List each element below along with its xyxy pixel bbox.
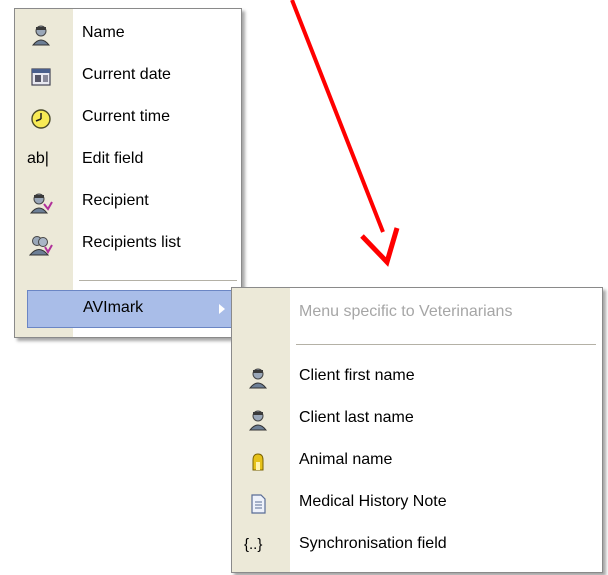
menu-item-label: Synchronisation field — [299, 535, 447, 552]
submenu-item-client-first-name[interactable]: Client first name — [232, 358, 602, 396]
menu-item-label: Current time — [82, 108, 171, 125]
edit-field-icon: ab| — [27, 150, 49, 167]
menu-item-label: Recipients list — [82, 234, 181, 251]
menu-item-label: Current date — [82, 66, 171, 83]
recipient-icon — [29, 192, 53, 214]
clock-icon — [29, 108, 53, 130]
menu-item-name[interactable]: Name — [15, 15, 241, 53]
submenu-header-label: Menu specific to Veterinarians — [299, 303, 513, 320]
submenu-item-avimark[interactable]: AVImark — [27, 290, 239, 328]
person-icon — [246, 367, 270, 389]
submenu-item-label: AVImark — [83, 299, 144, 316]
avimark-submenu: Menu specific to Veterinarians Client fi… — [231, 287, 603, 573]
recipients-list-icon — [29, 234, 53, 256]
person-icon — [29, 24, 53, 46]
submenu-item-animal-name[interactable]: Animal name — [232, 442, 602, 480]
submenu-item-medical-history-note[interactable]: Medical History Note — [232, 484, 602, 522]
calendar-icon — [29, 66, 53, 88]
menu-item-edit-field[interactable]: ab| Edit field — [15, 141, 241, 179]
animal-icon — [246, 451, 270, 473]
sync-field-icon: {..} — [244, 536, 263, 553]
person-icon — [246, 409, 270, 431]
context-menu: Name Current date Current time ab| Edit … — [14, 8, 242, 338]
submenu-item-client-last-name[interactable]: Client last name — [232, 400, 602, 438]
menu-item-label: Client first name — [299, 367, 415, 384]
menu-item-label: Client last name — [299, 409, 414, 426]
menu-item-recipient[interactable]: Recipient — [15, 183, 241, 221]
menu-item-recipients-list[interactable]: Recipients list — [15, 225, 241, 263]
menu-item-current-time[interactable]: Current time — [15, 99, 241, 137]
menu-item-label: Animal name — [299, 451, 393, 468]
submenu-item-synchronisation-field[interactable]: {..} Synchronisation field — [232, 526, 602, 564]
menu-item-current-date[interactable]: Current date — [15, 57, 241, 95]
document-icon — [246, 493, 270, 515]
menu-separator — [79, 280, 237, 284]
submenu-arrow-icon — [218, 303, 226, 315]
menu-separator — [296, 344, 596, 348]
menu-item-label: Edit field — [82, 150, 144, 167]
menu-item-label: Medical History Note — [299, 493, 447, 510]
menu-item-label: Recipient — [82, 192, 149, 209]
menu-item-label: Name — [82, 24, 125, 41]
submenu-header: Menu specific to Veterinarians — [232, 294, 602, 332]
